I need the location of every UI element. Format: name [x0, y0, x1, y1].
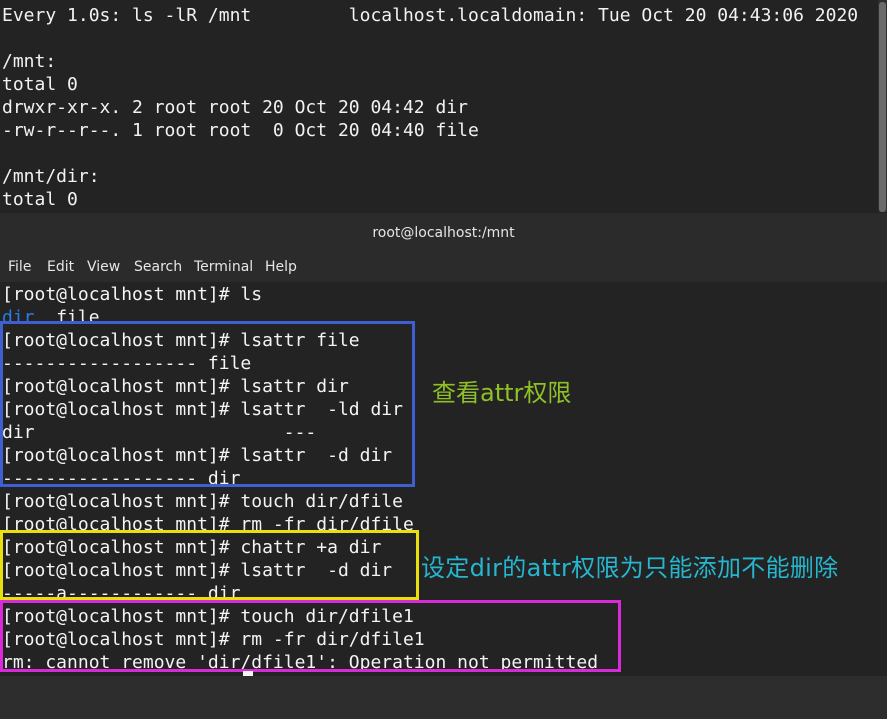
watch-scrollbar-thumb[interactable]: [879, 2, 886, 212]
watch-line: drwxr-xr-x. 2 root root 20 Oct 20 04:42 …: [2, 97, 468, 118]
annotation-box-view-attr: [0, 321, 415, 487]
watch-line: -rw-r--r--. 1 root root 0 Oct 20 04:40 f…: [2, 120, 479, 141]
watch-line: /mnt/dir:: [2, 166, 100, 187]
watch-header-line: Every 1.0s: ls -lR /mnt localhost.locald…: [2, 5, 859, 26]
menu-file[interactable]: File: [8, 259, 31, 275]
window-titlebar[interactable]: root@localhost:/mnt: [0, 213, 887, 254]
terminal-line: [root@localhost mnt]# ls: [2, 284, 263, 305]
watch-terminal: Every 1.0s: ls -lR /mnt localhost.locald…: [0, 0, 887, 215]
menu-terminal[interactable]: Terminal: [194, 259, 253, 275]
watch-scrollbar[interactable]: [878, 0, 887, 212]
terminal-line: [root@localhost mnt]# touch dir/dfile: [2, 491, 403, 512]
menu-bar: File Edit View Search Terminal Help: [0, 254, 887, 282]
watch-line: total 0: [2, 74, 78, 95]
watch-line: total 0: [2, 189, 78, 210]
menu-view[interactable]: View: [87, 259, 120, 275]
watch-line: /mnt:: [2, 51, 57, 72]
annotation-box-set-attr: [0, 530, 419, 600]
annotation-note-view: 查看attr权限: [432, 379, 572, 407]
text-cursor: [243, 671, 253, 676]
annotation-note-set: 设定dir的attr权限为只能添加不能删除: [421, 554, 839, 582]
annotation-box-result: [0, 600, 621, 672]
window-title: root@localhost:/mnt: [372, 225, 515, 241]
menu-help[interactable]: Help: [265, 259, 297, 275]
menu-edit[interactable]: Edit: [47, 259, 74, 275]
menu-search[interactable]: Search: [134, 259, 182, 275]
